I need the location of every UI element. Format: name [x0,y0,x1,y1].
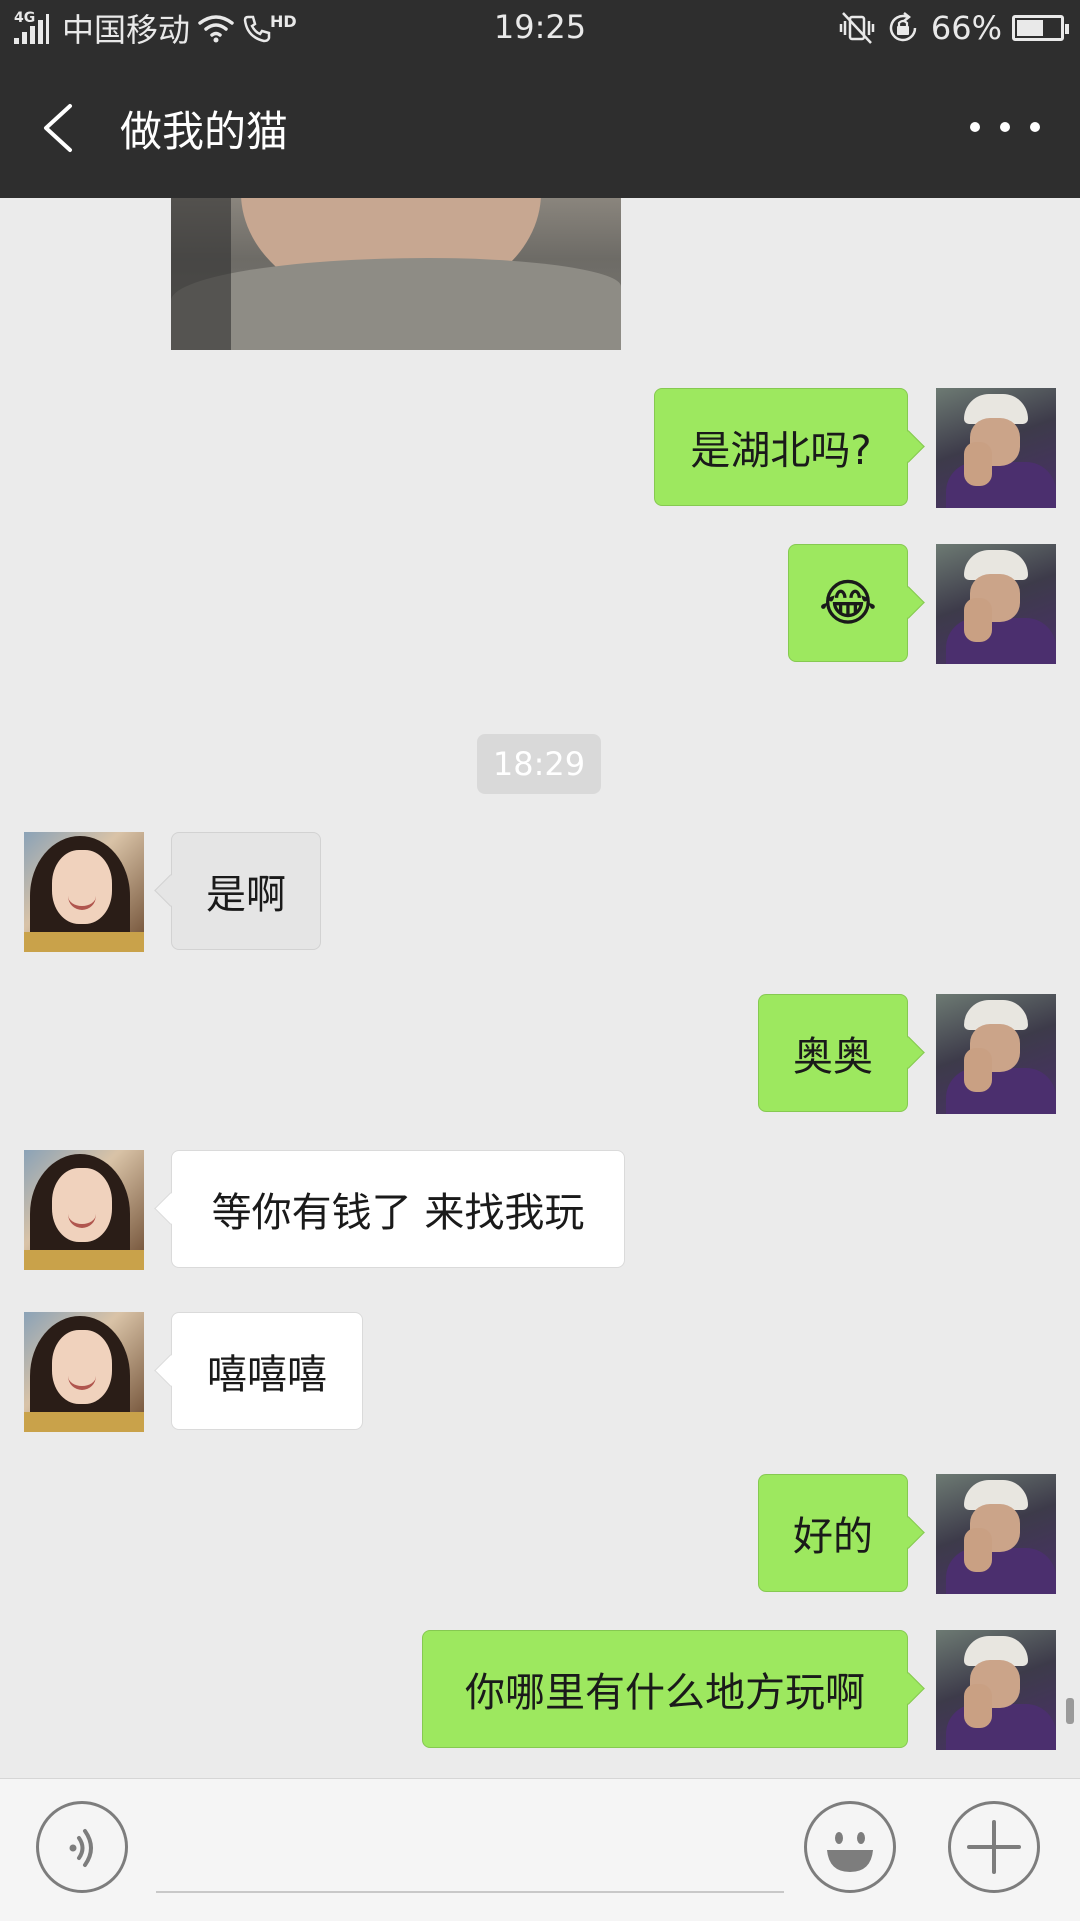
rotation-lock-icon [889,12,917,42]
chevron-left-icon [44,104,72,152]
avatar[interactable] [936,388,1056,508]
status-bar: 4G 中国移动 HD 19:25 66% [0,0,1080,56]
message-bubble-other[interactable]: 嘻嘻嘻 [171,1312,363,1430]
message-bubble-self[interactable]: 是湖北吗? [654,388,908,506]
message-timestamp: 18:29 [477,734,601,794]
emoji-button[interactable] [804,1801,896,1893]
more-actions-button[interactable] [948,1801,1040,1893]
input-bar [0,1778,1080,1921]
voice-icon [69,1829,93,1867]
chat-header: 做我的猫 [0,56,1080,198]
more-dots-icon [970,122,980,132]
message-bubble-self[interactable]: 你哪里有什么地方玩啊 [422,1630,908,1748]
avatar[interactable] [24,1312,144,1432]
voice-button[interactable] [36,1801,128,1893]
image-message[interactable] [171,198,621,350]
avatar[interactable] [936,1630,1056,1750]
message-bubble-self[interactable]: 奥奥 [758,994,908,1112]
message-bubble-self[interactable]: 好的 [758,1474,908,1592]
avatar[interactable] [936,544,1056,664]
avatar[interactable] [24,1150,144,1270]
battery-icon [1012,15,1069,41]
chat-title: 做我的猫 [120,107,289,156]
avatar[interactable] [936,994,1056,1114]
message-input[interactable] [156,1813,784,1893]
message-list[interactable]: 是湖北吗? 😂 18:29 是啊 奥奥 等你有钱了 来找我玩 嘻嘻嘻 好的 你哪… [0,198,1080,1778]
battery-percent: 66% [930,9,1002,47]
status-right: 66% [839,6,1069,50]
scrollbar[interactable] [1066,1698,1074,1724]
more-options-button[interactable] [970,112,1040,142]
avatar[interactable] [936,1474,1056,1594]
plus-icon [967,1820,1021,1874]
back-button[interactable] [30,96,90,156]
avatar[interactable] [24,832,144,952]
vibrate-mute-icon [839,12,875,44]
message-bubble-other[interactable]: 等你有钱了 来找我玩 [171,1150,625,1268]
message-bubble-other[interactable]: 是啊 [171,832,321,950]
message-bubble-self[interactable]: 😂 [788,544,908,662]
emoji-icon [827,1832,873,1872]
